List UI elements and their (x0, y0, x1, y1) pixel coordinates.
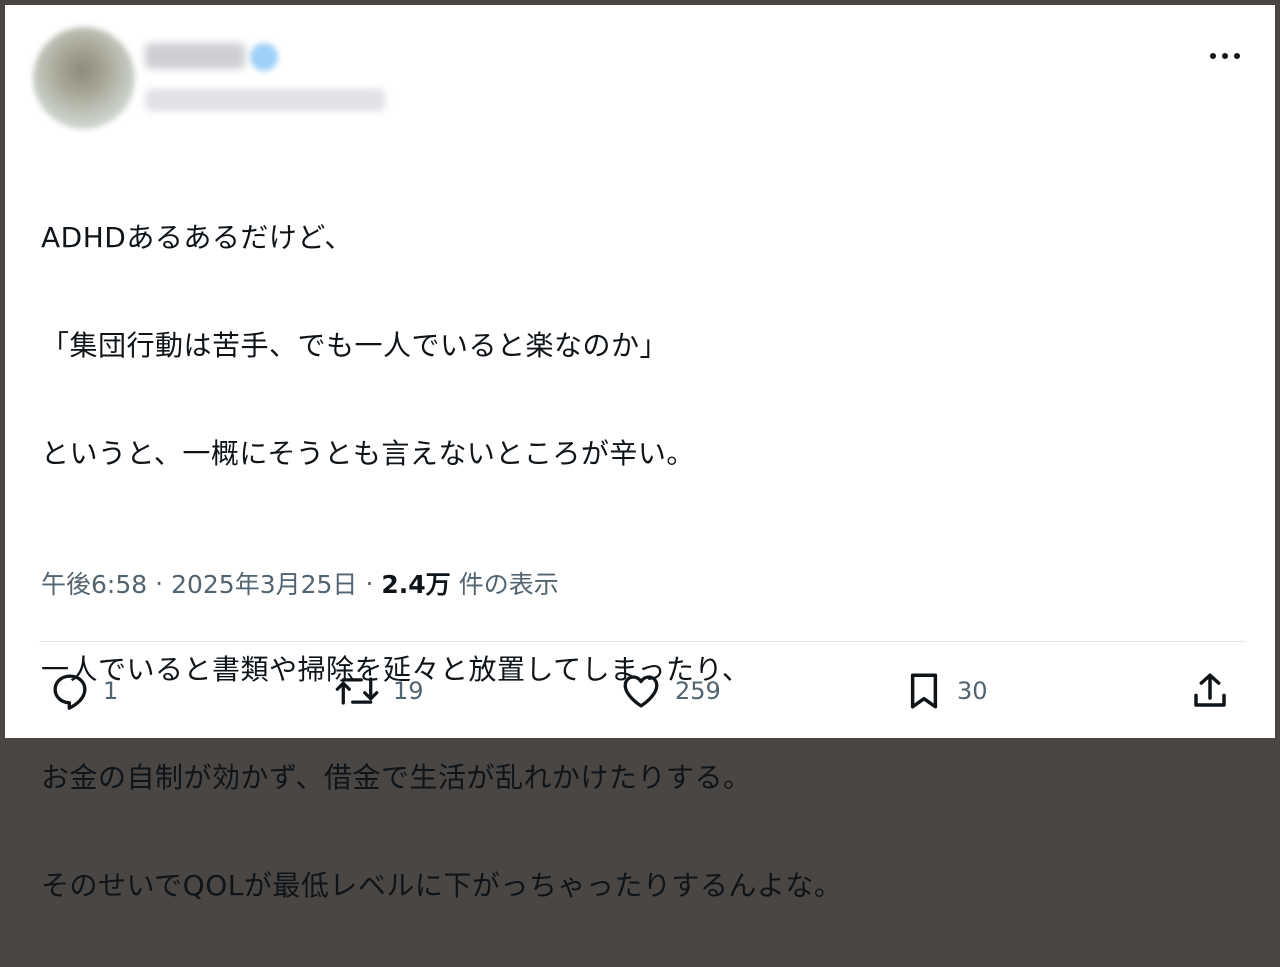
bookmark-count: 30 (957, 677, 988, 705)
retweet-button[interactable]: 19 (333, 669, 424, 713)
tweet-text: ADHDあるあるだけど、 「集団行動は苦手、でも一人でいると楽なのか」 というと… (41, 157, 1221, 967)
bookmark-button[interactable]: 30 (903, 669, 988, 713)
retweet-count: 19 (393, 677, 424, 705)
tweet-line: 「集団行動は苦手、でも一人でいると楽なのか」 (41, 329, 669, 362)
avatar[interactable] (33, 27, 135, 129)
more-options-button[interactable] (1205, 41, 1245, 71)
share-button[interactable] (1189, 669, 1231, 713)
more-icon (1210, 53, 1240, 59)
meta-separator: · (155, 568, 164, 598)
views-label: 件の表示 (458, 570, 559, 599)
tweet-line: ADHDあるあるだけど、 (41, 221, 353, 254)
handle-blurred[interactable] (145, 89, 385, 111)
views-count[interactable]: 2.4万 (381, 565, 450, 601)
tweet-meta: 午後6:58 · 2025年3月25日 · 2.4万 件の表示 (41, 565, 559, 601)
tweet-time[interactable]: 午後6:58 (41, 565, 147, 601)
tweet-line: お金の自制が効かず、借金で生活が乱れかけたりする。 (41, 761, 752, 794)
reply-icon (53, 674, 87, 710)
reply-count: 1 (103, 677, 119, 705)
reply-button[interactable]: 1 (49, 669, 118, 713)
verified-badge-icon (250, 43, 278, 71)
meta-separator: · (365, 568, 374, 598)
display-name-blurred[interactable] (145, 43, 245, 69)
tweet-line: そのせいでQOLが最低レベルに下がっちゃったりするんよな。 (41, 869, 843, 902)
tweet-line: というと、一概にそうとも言えないところが辛い。 (41, 437, 695, 470)
tweet-date[interactable]: 2025年3月25日 (171, 565, 357, 601)
like-icon (623, 675, 659, 708)
retweet-icon (335, 677, 379, 705)
bookmark-icon (910, 673, 938, 709)
divider (39, 641, 1245, 642)
share-icon (1194, 673, 1226, 707)
like-count: 259 (675, 677, 721, 705)
like-button[interactable]: 259 (619, 669, 721, 713)
tweet-card: ADHDあるあるだけど、 「集団行動は苦手、でも一人でいると楽なのか」 というと… (5, 5, 1275, 902)
